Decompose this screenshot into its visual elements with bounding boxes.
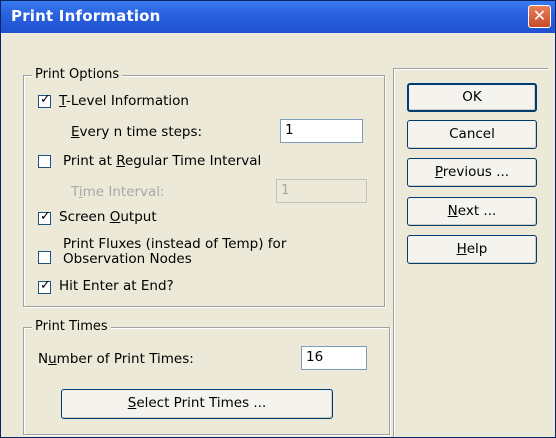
- print-fluxes-checkbox[interactable]: [38, 251, 51, 264]
- select-label-rest: elect Print Times ...: [136, 395, 267, 411]
- previous-label-rest: revious ...: [442, 164, 510, 180]
- every-n-label: Every n time steps:: [71, 124, 202, 140]
- tlevel-label[interactable]: T-Level Information: [59, 93, 189, 109]
- previous-button[interactable]: Previous ...: [407, 158, 537, 187]
- next-label-underlined: N: [447, 203, 458, 219]
- next-label-rest: ext ...: [457, 203, 497, 219]
- regular-label-rest: egular Time Interval: [124, 153, 262, 169]
- screen-label-rest: utput: [120, 209, 157, 225]
- number-print-times-input[interactable]: 16: [301, 346, 367, 370]
- print-options-label: Print Options: [32, 67, 123, 83]
- close-icon[interactable]: ✕: [528, 5, 551, 28]
- number-label-rest: mber of Print Times:: [56, 351, 194, 367]
- help-button[interactable]: Help: [407, 235, 537, 264]
- title-bar[interactable]: Print Information ✕: [1, 1, 555, 33]
- hit-enter-checkbox[interactable]: ✓: [38, 278, 51, 294]
- print-fluxes-label-line1[interactable]: Print Fluxes (instead of Temp) for: [63, 237, 286, 252]
- window-title: Print Information: [11, 7, 161, 25]
- number-print-times-label: Number of Print Times:: [38, 351, 194, 367]
- print-times-label: Print Times: [32, 319, 111, 335]
- number-label-underlined: u: [48, 351, 57, 367]
- print-information-dialog: Print Information ✕ Print Options ✓ T-Le…: [0, 0, 556, 438]
- regular-label-underlined: R: [116, 153, 125, 169]
- hit-enter-label[interactable]: Hit Enter at End?: [59, 278, 174, 294]
- previous-label-underlined: P: [434, 164, 443, 180]
- tlevel-label-rest: -Level Information: [66, 93, 189, 109]
- print-fluxes-label-line2[interactable]: Observation Nodes: [63, 252, 192, 267]
- cancel-button[interactable]: Cancel: [407, 120, 537, 149]
- select-print-times-button[interactable]: Select Print Times ...: [61, 389, 333, 419]
- regular-interval-label[interactable]: Print at Regular Time Interval: [63, 153, 261, 169]
- next-button[interactable]: Next ...: [407, 197, 537, 226]
- time-interval-label: Time Interval:: [71, 184, 165, 200]
- time-interval-label-rest: me Interval:: [82, 184, 165, 200]
- regular-interval-checkbox[interactable]: [38, 155, 51, 168]
- check-mark-icon: ✓: [40, 278, 51, 293]
- every-n-input[interactable]: 1: [280, 119, 363, 143]
- tlevel-checkbox[interactable]: ✓: [38, 92, 51, 108]
- ok-button[interactable]: OK: [407, 83, 537, 112]
- tlevel-label-underlined: T: [59, 93, 67, 109]
- screen-label-pre: Screen: [59, 209, 110, 225]
- every-n-label-underlined: E: [71, 124, 80, 140]
- screen-label-underlined: O: [109, 209, 121, 225]
- check-mark-icon: ✓: [40, 92, 51, 107]
- time-interval-label-pre: T: [71, 184, 79, 200]
- help-label-rest: elp: [466, 241, 488, 257]
- every-n-label-rest: very n time steps:: [79, 124, 203, 140]
- help-label-underlined: H: [456, 241, 467, 257]
- screen-output-checkbox[interactable]: ✓: [38, 209, 51, 225]
- regular-label-pre: Print at: [63, 153, 117, 169]
- screen-output-label[interactable]: Screen Output: [59, 209, 157, 225]
- check-mark-icon: ✓: [40, 209, 51, 224]
- number-label-pre: N: [38, 351, 49, 367]
- time-interval-input: 1: [276, 179, 367, 203]
